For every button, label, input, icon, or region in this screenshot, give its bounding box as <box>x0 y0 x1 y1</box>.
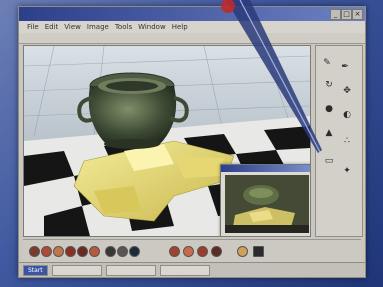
color-swatch[interactable] <box>253 246 264 257</box>
color-swatch[interactable] <box>77 246 88 257</box>
3d-viewport[interactable] <box>23 45 311 237</box>
sphere-icon[interactable]: ● <box>324 104 334 114</box>
lathe-icon[interactable]: ◐ <box>342 110 352 120</box>
color-swatch[interactable] <box>105 246 116 257</box>
preview-render <box>225 175 309 233</box>
eraser-icon[interactable]: ▭ <box>324 156 334 166</box>
color-swatch[interactable] <box>41 246 52 257</box>
extrude-icon[interactable]: ▲ <box>324 128 334 138</box>
start-button[interactable]: Start <box>23 264 48 276</box>
color-swatch[interactable] <box>117 246 128 257</box>
menu-window[interactable]: Window <box>138 23 166 31</box>
brush-icon[interactable]: ✎ <box>322 58 332 68</box>
move-icon[interactable]: ✥ <box>342 86 352 96</box>
color-swatch[interactable] <box>89 246 100 257</box>
light-icon[interactable]: ✦ <box>342 166 352 176</box>
task-item[interactable] <box>105 264 156 276</box>
menu-file[interactable]: File <box>27 23 39 31</box>
color-palette <box>23 239 361 262</box>
color-swatch[interactable] <box>29 246 40 257</box>
maximize-button[interactable]: □ <box>341 9 352 20</box>
toolbar <box>19 33 365 44</box>
close-button[interactable]: × <box>352 9 363 20</box>
preview-scene <box>225 175 309 233</box>
menu-view[interactable]: View <box>64 23 81 31</box>
color-swatch[interactable] <box>65 246 76 257</box>
menu-help[interactable]: Help <box>172 23 188 31</box>
color-swatch[interactable] <box>211 246 222 257</box>
spray-icon[interactable]: ∴ <box>342 136 352 146</box>
color-swatch[interactable] <box>53 246 64 257</box>
preview-title-bar[interactable] <box>221 165 310 172</box>
menu-image[interactable]: Image <box>87 23 109 31</box>
task-item[interactable] <box>159 264 210 276</box>
status-bar: Start <box>19 262 365 277</box>
task-item[interactable] <box>51 264 102 276</box>
menu-bar: File Edit View Image Tools Window Help <box>19 21 365 33</box>
color-swatch[interactable] <box>197 246 208 257</box>
app-window: _ □ × File Edit View Image Tools Window … <box>18 6 366 278</box>
color-swatch[interactable] <box>129 246 140 257</box>
color-swatch[interactable] <box>237 246 248 257</box>
tools-panel: ✎ ✒ ↻ ✥ ● ◐ ▲ ∴ ▭ ✦ <box>315 45 363 237</box>
rotate-icon[interactable]: ↻ <box>324 80 334 90</box>
preview-window[interactable] <box>220 164 310 236</box>
pen-icon[interactable]: ✒ <box>340 62 350 72</box>
color-swatch[interactable] <box>183 246 194 257</box>
minimize-button[interactable]: _ <box>330 9 341 20</box>
title-bar[interactable]: _ □ × <box>19 7 365 21</box>
menu-edit[interactable]: Edit <box>45 23 59 31</box>
menu-tools[interactable]: Tools <box>115 23 132 31</box>
color-swatch[interactable] <box>169 246 180 257</box>
